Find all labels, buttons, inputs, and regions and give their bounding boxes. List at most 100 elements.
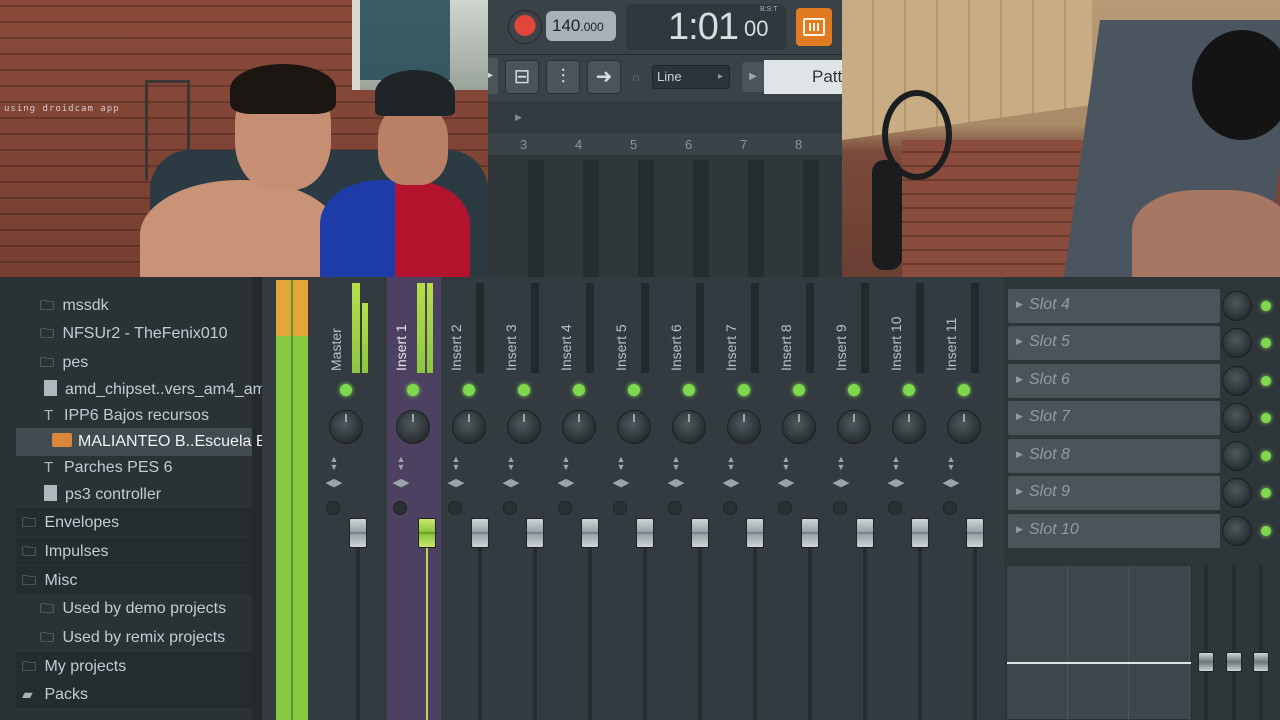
updown-icon[interactable]: ▲ ▼ bbox=[611, 455, 631, 472]
slot-mix-knob[interactable] bbox=[1222, 366, 1252, 396]
slot-enable-led[interactable] bbox=[1261, 301, 1271, 311]
mixer-channel-insert-1[interactable]: Insert 1 ▲ ▼ ◀▶ bbox=[387, 277, 441, 720]
channel-pan-knob[interactable] bbox=[452, 410, 486, 444]
channel-pan-knob[interactable] bbox=[947, 410, 981, 444]
eq-high-fader[interactable] bbox=[1253, 652, 1269, 672]
channel-route-dot[interactable] bbox=[723, 501, 737, 515]
pattern-selector[interactable]: Patt bbox=[764, 60, 842, 94]
channel-volume-fader[interactable] bbox=[911, 518, 929, 548]
stereo-icon[interactable]: ◀▶ bbox=[391, 476, 411, 489]
mixer-toggle-button[interactable]: ⫶ bbox=[546, 60, 580, 94]
channel-volume-fader[interactable] bbox=[856, 518, 874, 548]
updown-icon[interactable]: ▲ ▼ bbox=[391, 455, 411, 472]
mixer-channel-insert-5[interactable]: Insert 5 ▲ ▼ ◀▶ bbox=[607, 277, 659, 720]
effect-slot-6[interactable]: ▶ Slot 6 bbox=[1008, 364, 1220, 398]
channel-route-dot[interactable] bbox=[503, 501, 517, 515]
channel-volume-fader[interactable] bbox=[966, 518, 984, 548]
mixer-channel-insert-11[interactable]: Insert 11 ▲ ▼ ◀▶ bbox=[937, 277, 989, 720]
updown-icon[interactable]: ▲ ▼ bbox=[941, 455, 961, 472]
channel-route-dot[interactable] bbox=[778, 501, 792, 515]
channel-pan-knob[interactable] bbox=[892, 410, 926, 444]
mixer-channel-insert-10[interactable]: Insert 10 ▲ ▼ ◀▶ bbox=[882, 277, 934, 720]
stereo-icon[interactable]: ◀▶ bbox=[776, 476, 796, 489]
effect-slot-8[interactable]: ▶ Slot 8 bbox=[1008, 439, 1220, 473]
channel-route-dot[interactable] bbox=[833, 501, 847, 515]
effect-slot-7[interactable]: ▶ Slot 7 bbox=[1008, 401, 1220, 435]
slot-mix-knob[interactable] bbox=[1222, 441, 1252, 471]
stereo-icon[interactable]: ◀▶ bbox=[666, 476, 686, 489]
channel-enable-led[interactable] bbox=[573, 384, 585, 396]
browser-folder-used-by-remix[interactable]: 🗀 Used by remix projects bbox=[40, 623, 225, 651]
pattern-play-button[interactable]: ▶ bbox=[742, 62, 764, 92]
channel-volume-fader[interactable] bbox=[801, 518, 819, 548]
slot-enable-led[interactable] bbox=[1261, 526, 1271, 536]
updown-icon[interactable]: ▲ ▼ bbox=[556, 455, 576, 472]
tempo-display[interactable]: 140.000 bbox=[546, 11, 616, 41]
channel-route-dot[interactable] bbox=[326, 501, 340, 515]
channel-volume-fader[interactable] bbox=[471, 518, 489, 548]
effect-slot-5[interactable]: ▶ Slot 5 bbox=[1008, 326, 1220, 360]
channel-enable-led[interactable] bbox=[628, 384, 640, 396]
channel-route-dot[interactable] bbox=[393, 501, 407, 515]
channel-enable-led[interactable] bbox=[683, 384, 695, 396]
slot-enable-led[interactable] bbox=[1261, 376, 1271, 386]
updown-icon[interactable]: ▲ ▼ bbox=[324, 455, 344, 472]
channel-enable-led[interactable] bbox=[463, 384, 475, 396]
channel-pan-knob[interactable] bbox=[329, 410, 363, 444]
browser-folder-mssdk[interactable]: 🗀 mssdk bbox=[40, 291, 109, 319]
channel-enable-led[interactable] bbox=[738, 384, 750, 396]
slot-mix-knob[interactable] bbox=[1222, 291, 1252, 321]
browser-folder-packs[interactable]: ▰ Packs bbox=[16, 680, 252, 708]
slot-enable-led[interactable] bbox=[1261, 488, 1271, 498]
mixer-channel-insert-3[interactable]: Insert 3 ▲ ▼ ◀▶ bbox=[497, 277, 549, 720]
stereo-icon[interactable]: ◀▶ bbox=[831, 476, 851, 489]
stereo-icon[interactable]: ◀▶ bbox=[446, 476, 466, 489]
eq-low-fader[interactable] bbox=[1198, 652, 1214, 672]
mixer-channel-insert-9[interactable]: Insert 9 ▲ ▼ ◀▶ bbox=[827, 277, 879, 720]
slot-mix-knob[interactable] bbox=[1222, 328, 1252, 358]
channel-route-dot[interactable] bbox=[613, 501, 627, 515]
channel-route-dot[interactable] bbox=[943, 501, 957, 515]
stereo-icon[interactable]: ◀▶ bbox=[886, 476, 906, 489]
channel-enable-led[interactable] bbox=[848, 384, 860, 396]
updown-icon[interactable]: ▲ ▼ bbox=[776, 455, 796, 472]
channel-route-dot[interactable] bbox=[668, 501, 682, 515]
stereo-icon[interactable]: ◀▶ bbox=[556, 476, 576, 489]
channel-volume-fader[interactable] bbox=[349, 518, 367, 548]
step-arrow-button[interactable]: ➜ bbox=[587, 60, 621, 94]
browser-file-parches-pes6[interactable]: T Parches PES 6 bbox=[44, 454, 173, 482]
channel-enable-led[interactable] bbox=[793, 384, 805, 396]
mixer-channel-insert-4[interactable]: Insert 4 ▲ ▼ ◀▶ bbox=[552, 277, 604, 720]
channel-volume-fader[interactable] bbox=[636, 518, 654, 548]
channel-route-dot[interactable] bbox=[558, 501, 572, 515]
stereo-icon[interactable]: ◀▶ bbox=[721, 476, 741, 489]
updown-icon[interactable]: ▲ ▼ bbox=[886, 455, 906, 472]
updown-icon[interactable]: ▲ ▼ bbox=[446, 455, 466, 472]
channel-enable-led[interactable] bbox=[340, 384, 352, 396]
slot-enable-led[interactable] bbox=[1261, 451, 1271, 461]
slot-mix-knob[interactable] bbox=[1222, 478, 1252, 508]
effect-slot-4[interactable]: ▶ Slot 4 bbox=[1008, 289, 1220, 323]
channel-volume-fader[interactable] bbox=[526, 518, 544, 548]
channel-route-dot[interactable] bbox=[888, 501, 902, 515]
channel-volume-fader[interactable] bbox=[418, 518, 436, 548]
browser-toggle-button[interactable]: ⊟ bbox=[505, 60, 539, 94]
toolbar-scroll-left[interactable]: ▸ bbox=[488, 58, 498, 94]
playlist-arrow-icon[interactable]: ▶ bbox=[515, 112, 522, 123]
mixer-channel-insert-8[interactable]: Insert 8 ▲ ▼ ◀▶ bbox=[772, 277, 824, 720]
eq-mid-fader[interactable] bbox=[1226, 652, 1242, 672]
channel-volume-fader[interactable] bbox=[691, 518, 709, 548]
channel-pan-knob[interactable] bbox=[396, 410, 430, 444]
pattern-song-toggle-button[interactable] bbox=[796, 8, 832, 46]
mixer-channel-insert-7[interactable]: Insert 7 ▲ ▼ ◀▶ bbox=[717, 277, 769, 720]
mixer-channel-insert-2[interactable]: Insert 2 ▲ ▼ ◀▶ bbox=[442, 277, 494, 720]
browser-folder-used-by-demo[interactable]: 🗀 Used by demo projects bbox=[40, 594, 226, 622]
updown-icon[interactable]: ▲ ▼ bbox=[666, 455, 686, 472]
browser-folder-envelopes[interactable]: 🗀 Envelopes bbox=[16, 508, 252, 536]
updown-icon[interactable]: ▲ ▼ bbox=[501, 455, 521, 472]
browser-folder-my-projects[interactable]: 🗀 My projects bbox=[16, 652, 252, 680]
browser-folder-pes[interactable]: 🗀 pes bbox=[40, 348, 88, 376]
stereo-icon[interactable]: ◀▶ bbox=[941, 476, 961, 489]
browser-file-ps3-controller[interactable]: ps3 controller bbox=[44, 481, 161, 509]
browser-file-ipp6[interactable]: T IPP6 Bajos recursos bbox=[44, 402, 209, 430]
